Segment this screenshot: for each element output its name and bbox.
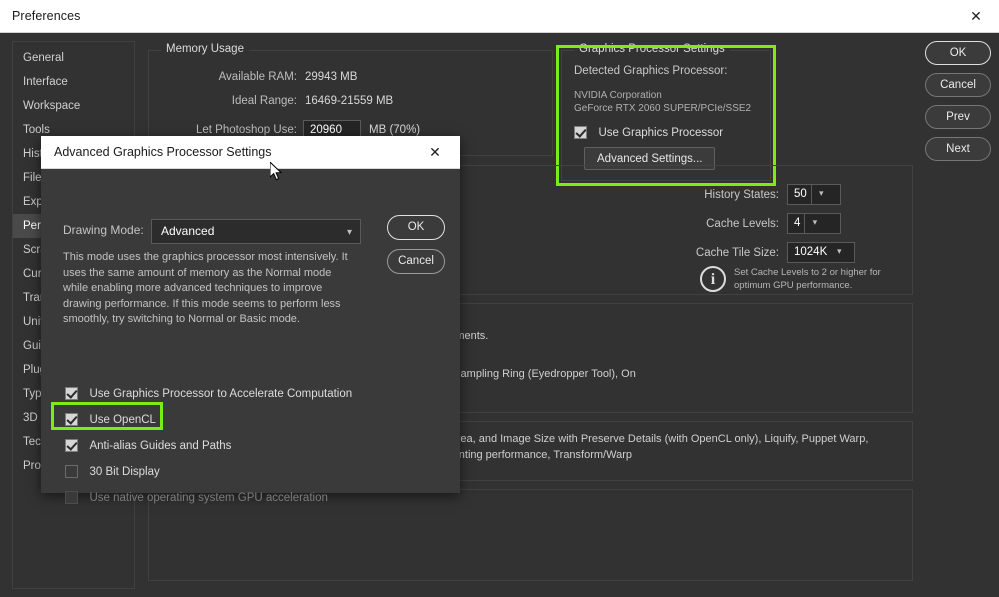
gpu-vendor-text: NVIDIA Corporation [574,90,662,101]
checkbox-30-bit-display[interactable]: 30 Bit Display [65,463,160,481]
modal-body: Drawing Mode: Advanced ▾ This mode uses … [41,169,460,504]
drawing-mode-description: This mode uses the graphics processor mo… [63,251,348,325]
cache-tile-size-label: Cache Tile Size: [695,246,779,259]
close-icon[interactable]: ✕ [418,136,452,168]
checkbox-icon[interactable] [574,126,587,139]
checkbox-label: 30 Bit Display [89,466,160,478]
checkbox-icon[interactable] [65,439,78,452]
next-button[interactable]: Next [925,137,991,161]
history-states-select[interactable]: 50 ▾ [787,184,841,205]
sidebar-item-workspace[interactable]: Workspace [13,94,134,118]
cache-levels-row: Cache Levels: 4 ▾ [669,213,841,234]
detected-gpu-info: NVIDIA Corporation GeForce RTX 2060 SUPE… [574,89,751,115]
checkbox-icon[interactable] [65,465,78,478]
cancel-button[interactable]: Cancel [925,73,991,97]
use-graphics-processor-checkbox[interactable]: Use Graphics Processor [574,124,723,142]
checkbox-anti-alias-guides-and-paths[interactable]: Anti-alias Guides and Paths [65,437,231,455]
let-photoshop-use-suffix: MB (70%) [369,124,421,137]
ok-button[interactable]: OK [925,41,991,65]
prev-button[interactable]: Prev [925,105,991,129]
ideal-range-label: Ideal Range: [231,95,297,107]
cache-tile-size-select[interactable]: 1024K ▾ [787,242,855,263]
drawing-mode-select[interactable]: Advanced ▾ [151,219,361,244]
sidebar-item-general[interactable]: General [13,46,134,70]
detected-gpu-label: Detected Graphics Processor: [574,65,728,77]
sidebar-item-interface[interactable]: Interface [13,70,134,94]
history-states-value: 50 [794,188,807,200]
available-ram-row: Available RAM: 29943 MB [157,71,358,83]
dialog-buttons: OK Cancel Prev Next [925,41,993,169]
cache-levels-select[interactable]: 4 ▾ [787,213,841,234]
checkbox-label: Use native operating system GPU accelera… [89,492,328,504]
available-ram-label: Available RAM: [218,71,297,83]
cache-levels-value: 4 [794,217,801,229]
info-icon: i [700,266,726,292]
chevron-down-icon[interactable]: ▾ [831,243,847,262]
checkbox-label: Use Graphics Processor to Accelerate Com… [89,388,353,400]
modal-cancel-button[interactable]: Cancel [387,249,445,274]
close-icon[interactable]: ✕ [953,0,999,32]
checkbox-use-opencl[interactable]: Use OpenCL [65,411,156,429]
let-photoshop-use-label: Let Photoshop Use: [195,124,297,137]
checkbox-icon [65,491,78,504]
cache-tile-size-value: 1024K [794,246,828,258]
checkbox-label: Use OpenCL [89,414,156,426]
gpu-model-text: GeForce RTX 2060 SUPER/PCIe/SSE2 [574,103,752,114]
graphics-processor-settings-group: Graphics Processor Settings Detected Gra… [561,43,771,181]
ideal-range-row: Ideal Range: 16469-21559 MB [157,95,393,107]
cache-tile-size-row: Cache Tile Size: 1024K ▾ [669,242,855,263]
chevron-down-icon[interactable]: ▾ [810,185,831,204]
checkbox-label: Anti-alias Guides and Paths [89,440,232,452]
drawing-mode-value: Advanced [161,224,215,238]
cache-levels-label: Cache Levels: [706,217,779,230]
modal-ok-button[interactable]: OK [387,215,445,240]
preferences-window: Preferences ✕ General Interface Workspac… [0,0,999,597]
checkbox-native-os-gpu-acceleration: Use native operating system GPU accelera… [65,489,328,507]
drawing-mode-label: Drawing Mode: [63,223,144,237]
chevron-down-icon[interactable]: ▾ [347,221,352,244]
available-ram-value: 29943 MB [305,71,358,83]
window-titlebar: Preferences ✕ [0,0,999,33]
modal-title-text: Advanced Graphics Processor Settings [54,145,272,159]
history-states-row: History States: 50 ▾ [669,184,841,205]
checkbox-icon[interactable] [65,387,78,400]
history-states-label: History States: [704,188,779,201]
graphics-processor-settings-legend: Graphics Processor Settings [574,43,730,55]
advanced-graphics-processor-settings-dialog: Advanced Graphics Processor Settings ✕ D… [41,136,460,504]
use-graphics-processor-label: Use Graphics Processor [598,127,724,139]
memory-usage-legend: Memory Usage [161,43,249,55]
modal-titlebar: Advanced Graphics Processor Settings ✕ [41,136,460,169]
ideal-range-value: 16469-21559 MB [305,95,394,107]
chevron-down-icon[interactable]: ▾ [804,214,824,233]
window-title: Preferences [12,9,81,23]
checkbox-icon[interactable] [65,413,78,426]
cache-info-note: Set Cache Levels to 2 or higher for opti… [734,267,881,291]
checkbox-use-gpu-accelerate-computation[interactable]: Use Graphics Processor to Accelerate Com… [65,385,352,403]
